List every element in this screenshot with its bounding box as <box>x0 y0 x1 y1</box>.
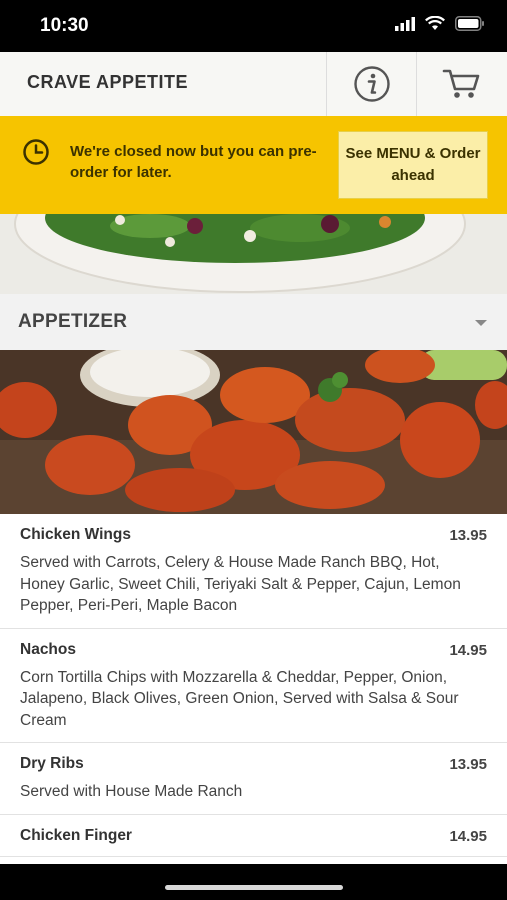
item-price: 13.95 <box>449 756 487 773</box>
cart-icon <box>442 69 480 98</box>
menu-item[interactable]: Chicken Wings 13.95 Served with Carrots,… <box>0 514 507 629</box>
menu-item[interactable]: Nachos 14.95 Corn Tortilla Chips with Mo… <box>0 629 507 743</box>
closed-notice-text: We're closed now but you can pre-order f… <box>70 143 317 181</box>
info-button[interactable] <box>326 52 417 116</box>
salad-plate-illustration <box>0 214 507 294</box>
see-menu-order-ahead-button[interactable]: See MENU & Order ahead <box>338 131 488 199</box>
salad-hero-image <box>0 214 507 294</box>
info-icon <box>354 66 390 102</box>
menu-item[interactable]: Chicken Finger 14.95 <box>0 815 507 857</box>
category-selector[interactable]: APPETIZER <box>0 294 507 351</box>
item-description: Corn Tortilla Chips with Mozzarella & Ch… <box>20 668 459 729</box>
clock-icon <box>23 139 49 165</box>
cart-button[interactable] <box>416 52 507 116</box>
menu-items-list: Chicken Wings 13.95 Served with Carrots,… <box>0 514 507 857</box>
item-name: Chicken Wings <box>20 526 131 543</box>
status-time: 10:30 <box>40 15 89 36</box>
app-screen: CRAVE APPETITE We're closed now but you … <box>0 52 507 864</box>
item-price: 14.95 <box>449 827 487 845</box>
signal-icon <box>395 16 415 31</box>
item-price: 13.95 <box>449 527 487 544</box>
item-price: 14.95 <box>449 641 487 659</box>
closed-notice-banner: We're closed now but you can pre-order f… <box>0 116 507 214</box>
status-icons <box>395 16 485 31</box>
app-header: CRAVE APPETITE <box>0 52 507 117</box>
chicken-wings-photo <box>0 350 507 514</box>
chicken-wings-illustration <box>0 350 507 514</box>
home-indicator[interactable] <box>165 885 343 890</box>
item-description: Served with House Made Ranch <box>20 783 243 800</box>
item-name: Nachos <box>20 640 76 658</box>
item-description: Served with Carrots, Celery & House Made… <box>20 554 461 614</box>
brand-title: CRAVE APPETITE <box>27 72 189 92</box>
item-name: Dry Ribs <box>20 755 84 772</box>
status-bar: 10:30 <box>0 0 507 52</box>
item-name: Chicken Finger <box>20 826 132 844</box>
chevron-down-icon <box>475 320 487 326</box>
category-title: APPETIZER <box>18 311 128 332</box>
menu-item[interactable]: Dry Ribs 13.95 Served with House Made Ra… <box>0 743 507 815</box>
battery-icon <box>455 16 484 31</box>
wifi-icon <box>425 16 445 30</box>
